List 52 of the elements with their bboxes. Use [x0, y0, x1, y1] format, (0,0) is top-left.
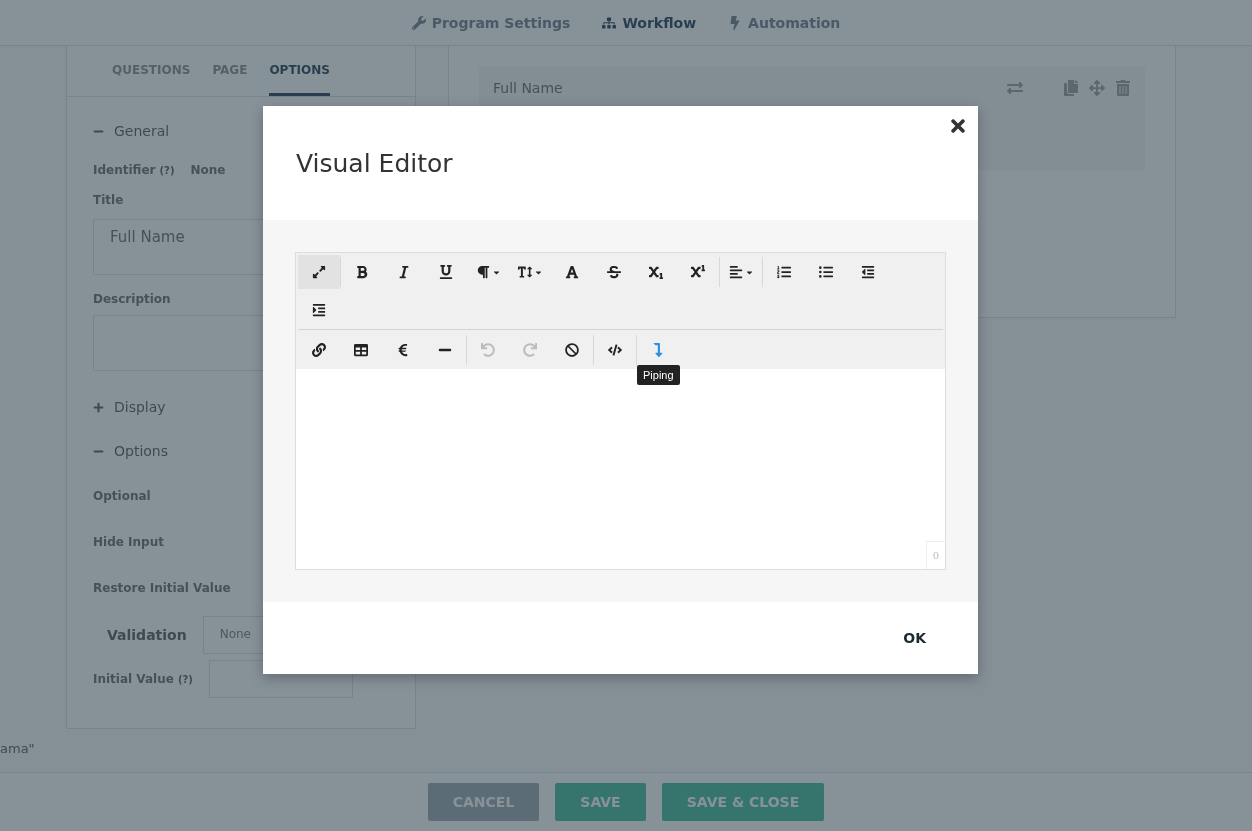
section-title: Options [114, 443, 169, 460]
indent-icon [312, 303, 326, 317]
toolbar-button[interactable] [298, 255, 340, 289]
field-label: Identifier (?) [93, 163, 175, 178]
field-label: Initial Value (?) [93, 672, 193, 687]
plus-icon[interactable] [93, 401, 104, 413]
section-title: Display [114, 399, 166, 416]
euro-icon [396, 342, 410, 357]
paragraph-icon [475, 265, 490, 279]
field-label: Description [93, 292, 171, 307]
text-height-icon [517, 265, 532, 279]
bold-icon [355, 265, 369, 279]
bent-arrow-icon [651, 342, 665, 357]
table-icon [354, 342, 368, 357]
clear-format-icon [565, 342, 579, 357]
wrench-icon [411, 15, 426, 30]
identifier-value: None [190, 163, 226, 178]
expand-icon [312, 265, 326, 279]
dialog-title: Visual Editor [296, 148, 453, 178]
link-icon [312, 342, 326, 357]
ok-button[interactable]: OK [899, 626, 930, 650]
close-icon [948, 116, 968, 136]
question-title: Full Name [493, 80, 563, 99]
nav-tab[interactable]: Automation [728, 14, 841, 31]
underline-icon [439, 265, 453, 279]
workflow-icon [602, 15, 617, 30]
redo-icon [523, 342, 537, 357]
character-counter: 0 [925, 541, 945, 569]
tooltip: Piping [637, 364, 680, 385]
align-left-icon [728, 265, 743, 279]
footer-note: ama" [0, 740, 36, 759]
superscript-icon [691, 265, 705, 279]
nav-tab[interactable]: Workflow [602, 14, 697, 31]
footer-button[interactable]: SAVE [555, 783, 646, 821]
nav-tab[interactable]: Program Settings [411, 14, 571, 31]
bulleted-list-icon [819, 265, 833, 279]
panel-tab[interactable]: OPTIONS [269, 46, 330, 97]
code-icon [608, 342, 622, 357]
subscript-icon [649, 265, 663, 279]
option-label: Hide Input [93, 535, 164, 550]
italic-icon [397, 265, 411, 279]
font-color-icon [565, 265, 579, 279]
validation-label: Validation [107, 627, 187, 644]
section-title: General [114, 123, 170, 140]
option-label: Optional [93, 489, 151, 504]
undo-icon [481, 342, 495, 357]
field-label: Title [93, 193, 124, 208]
strikethrough-icon [607, 265, 621, 279]
option-label: Restore Initial Value [93, 581, 231, 596]
footer-button[interactable]: SAVE & CLOSE [661, 783, 825, 821]
numbered-list-icon [777, 265, 791, 279]
outdent-icon [861, 265, 875, 279]
